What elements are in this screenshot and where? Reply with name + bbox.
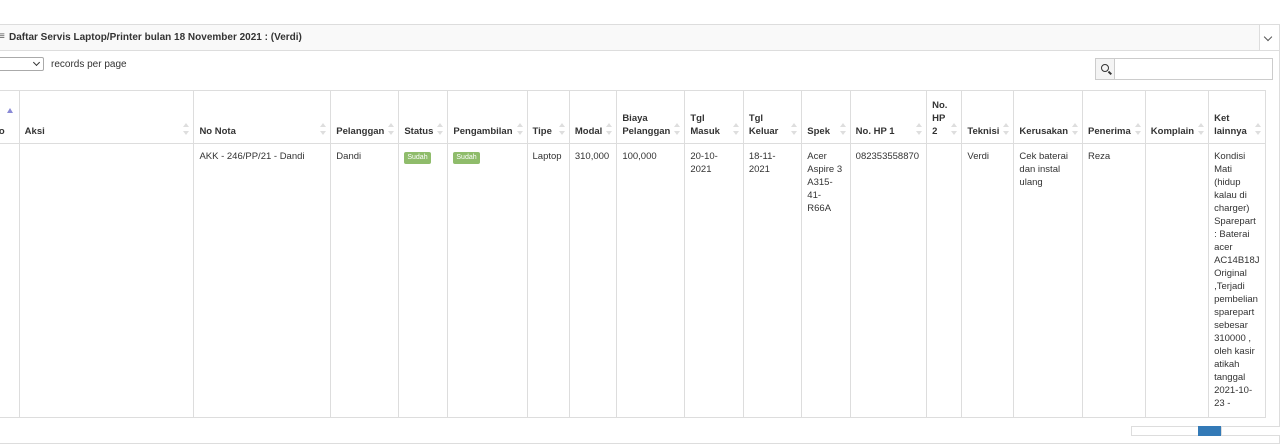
cell-pelanggan: Dandi [330, 143, 400, 418]
pengambilan-badge: Sudah [453, 152, 480, 164]
column-header-biaya[interactable]: Biaya Pelanggan [616, 90, 686, 144]
sort-icon [1198, 123, 1205, 135]
search-group [1095, 58, 1273, 80]
sort-icon [674, 123, 681, 135]
column-header-aksi[interactable]: Aksi [18, 90, 195, 144]
sort-icon [951, 123, 958, 135]
column-header-status[interactable]: Status [398, 90, 449, 144]
sort-icon [437, 123, 444, 135]
sort-icon [1072, 123, 1079, 135]
sort-icon [916, 123, 923, 135]
column-header-komplain[interactable]: Komplain [1144, 90, 1210, 144]
records-per-page-label: records per page [51, 59, 127, 70]
pagination-next[interactable] [1221, 426, 1280, 436]
sort-icon [516, 123, 523, 135]
cell-komplain [1144, 143, 1210, 418]
chevron-down-icon [1263, 32, 1273, 42]
column-header-tgl-masuk[interactable]: Tgl Masuk [684, 90, 744, 144]
pagination-current-page[interactable] [1198, 426, 1222, 436]
cell-aksi [18, 143, 195, 418]
sort-icon [732, 123, 739, 135]
column-header-kerusakan[interactable]: Kerusakan [1013, 90, 1084, 144]
cell-kerusakan: Cek baterai dan instal ulang [1013, 143, 1084, 418]
cell-no-nota: AKK - 246/PP/21 - Dandi [193, 143, 332, 418]
column-header-pengambilan[interactable]: Pengambilan [447, 90, 528, 144]
cell-spek: Acer Aspire 3 A315-41-R66A [801, 143, 851, 418]
column-header-spek[interactable]: Spek [801, 90, 851, 144]
cell-no: 1 [0, 143, 20, 418]
column-header-tipe[interactable]: Tipe [526, 90, 570, 144]
cell-tgl-keluar: 18-11-2021 [742, 143, 803, 418]
sort-icon [839, 123, 846, 135]
column-header-tgl-keluar[interactable]: Tgl Keluar [742, 90, 803, 144]
pagination-previous[interactable] [1131, 426, 1199, 436]
cell-pengambilan: Sudah [447, 143, 528, 418]
table-row: 1 AKK - 246/PP/21 - Dandi Dandi Sudah Su… [0, 143, 1266, 418]
panel-heading: ≡ Daftar Servis Laptop/Printer bulan 18 … [0, 25, 1279, 51]
column-header-teknisi[interactable]: Teknisi [961, 90, 1015, 144]
search-input[interactable] [1114, 58, 1273, 80]
sort-icon [320, 123, 327, 135]
panel-title: Daftar Servis Laptop/Printer bulan 18 No… [9, 32, 302, 43]
sort-icon [606, 123, 613, 135]
column-header-hp1[interactable]: No. HP 1 [849, 90, 928, 144]
sort-asc-icon [7, 108, 13, 113]
collapse-button[interactable] [1259, 25, 1279, 50]
column-header-pelanggan[interactable]: Pelanggan [330, 90, 400, 144]
column-header-no[interactable]: No [0, 90, 20, 144]
service-table: No Aksi No Nota Pelanggan Status Pengamb… [0, 90, 1266, 418]
sort-icon [1003, 123, 1010, 135]
search-addon [1095, 58, 1115, 80]
chevron-down-icon [32, 58, 41, 67]
cell-ket: Kondisi Mati (hidup kalau di charger) Sp… [1208, 143, 1266, 418]
cell-penerima: Reza [1082, 143, 1146, 418]
list-icon: ≡ [0, 31, 5, 42]
cell-status: Sudah [398, 143, 449, 418]
column-header-no-nota[interactable]: No Nota [193, 90, 332, 144]
column-header-penerima[interactable]: Penerima [1082, 90, 1146, 144]
sort-icon [791, 123, 798, 135]
sort-icon [388, 123, 395, 135]
status-badge: Sudah [404, 152, 431, 164]
cell-tgl-masuk: 20-10-2021 [684, 143, 744, 418]
cell-biaya: 100,000 [616, 143, 686, 418]
table-header-row: No Aksi No Nota Pelanggan Status Pengamb… [0, 90, 1266, 144]
sort-icon [1255, 123, 1261, 135]
sort-icon [558, 123, 565, 135]
column-header-hp2[interactable]: No. HP 2 [926, 90, 963, 144]
cell-hp1: 082353558870 [849, 143, 928, 418]
cell-hp2 [926, 143, 963, 418]
records-per-page-select[interactable] [0, 57, 44, 71]
sort-icon [1134, 123, 1141, 135]
cell-teknisi: Verdi [961, 143, 1015, 418]
column-header-modal[interactable]: Modal [568, 90, 618, 144]
cell-tipe: Laptop [526, 143, 570, 418]
column-header-ket[interactable]: Ket lainnya [1208, 90, 1266, 144]
sort-icon [183, 123, 190, 135]
cell-modal: 310,000 [568, 143, 618, 418]
